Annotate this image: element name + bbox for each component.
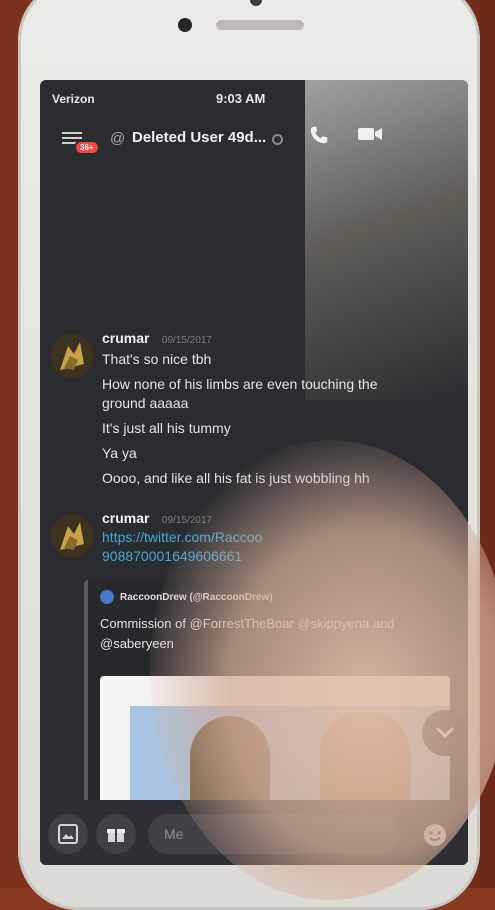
earpiece-speaker — [216, 20, 304, 30]
chevron-down-icon — [436, 727, 454, 739]
embed-author-name: RaccoonDrew (@RaccoonDrew) — [120, 591, 273, 603]
gift-icon — [107, 829, 125, 842]
channel-title[interactable]: Deleted User 49d... — [132, 129, 266, 146]
message-timestamp: 09/15/2017 — [161, 335, 212, 346]
message-text: How none of his limbs are even touching … — [102, 376, 378, 411]
message-author[interactable]: crumar — [102, 330, 149, 346]
message-input[interactable]: Me — [148, 814, 400, 854]
emoji-icon[interactable] — [422, 822, 448, 848]
message-group: crumar 09/15/2017 That's so nice tbh How… — [40, 330, 468, 488]
embed-description: Commission of @ForrestTheBoar @skippyena… — [100, 616, 395, 651]
message-text: Ya ya — [102, 445, 137, 461]
gift-button[interactable] — [96, 814, 136, 854]
at-icon: @ — [110, 130, 126, 147]
message-author[interactable]: crumar — [102, 510, 149, 526]
upload-image-button[interactable] — [48, 814, 88, 854]
status-indicator — [272, 134, 283, 145]
front-camera-icon — [178, 18, 192, 32]
twitter-avatar-icon — [100, 590, 114, 604]
app-screen: Verizon 9:03 AM 36+ @ Deleted User 49d..… — [40, 80, 468, 865]
clock: 9:03 AM — [216, 91, 266, 106]
scroll-to-bottom-button[interactable] — [422, 710, 468, 756]
image-icon — [58, 824, 78, 844]
message-text: It's just all his tummy — [102, 420, 231, 436]
mention-badge: 36+ — [74, 140, 100, 155]
channel-header: 36+ @ Deleted User 49d... — [40, 112, 468, 160]
status-bar: Verizon 9:03 AM — [40, 80, 468, 112]
message-composer: Me — [40, 800, 468, 865]
message-link-continued[interactable]: 908870001649606661 — [102, 547, 468, 566]
message-text: That's so nice tbh — [102, 351, 212, 367]
carrier-label: Verizon — [52, 92, 95, 106]
video-icon[interactable] — [358, 126, 382, 142]
message-link[interactable]: https://twitter.com/Raccoo — [102, 528, 468, 547]
camera-icon — [250, 0, 262, 6]
message-text: Oooo, and like all his fat is just wobbl… — [102, 470, 370, 486]
embed-author[interactable]: RaccoonDrew (@RaccoonDrew) — [100, 590, 273, 604]
message-timestamp: 09/15/2017 — [161, 515, 212, 526]
message-group: crumar 09/15/2017 https://twitter.com/Ra… — [40, 510, 468, 840]
phone-call-icon[interactable] — [308, 124, 330, 146]
avatar[interactable] — [50, 514, 94, 558]
avatar[interactable] — [50, 334, 94, 378]
message-list: crumar 09/15/2017 That's so nice tbh How… — [40, 330, 468, 840]
